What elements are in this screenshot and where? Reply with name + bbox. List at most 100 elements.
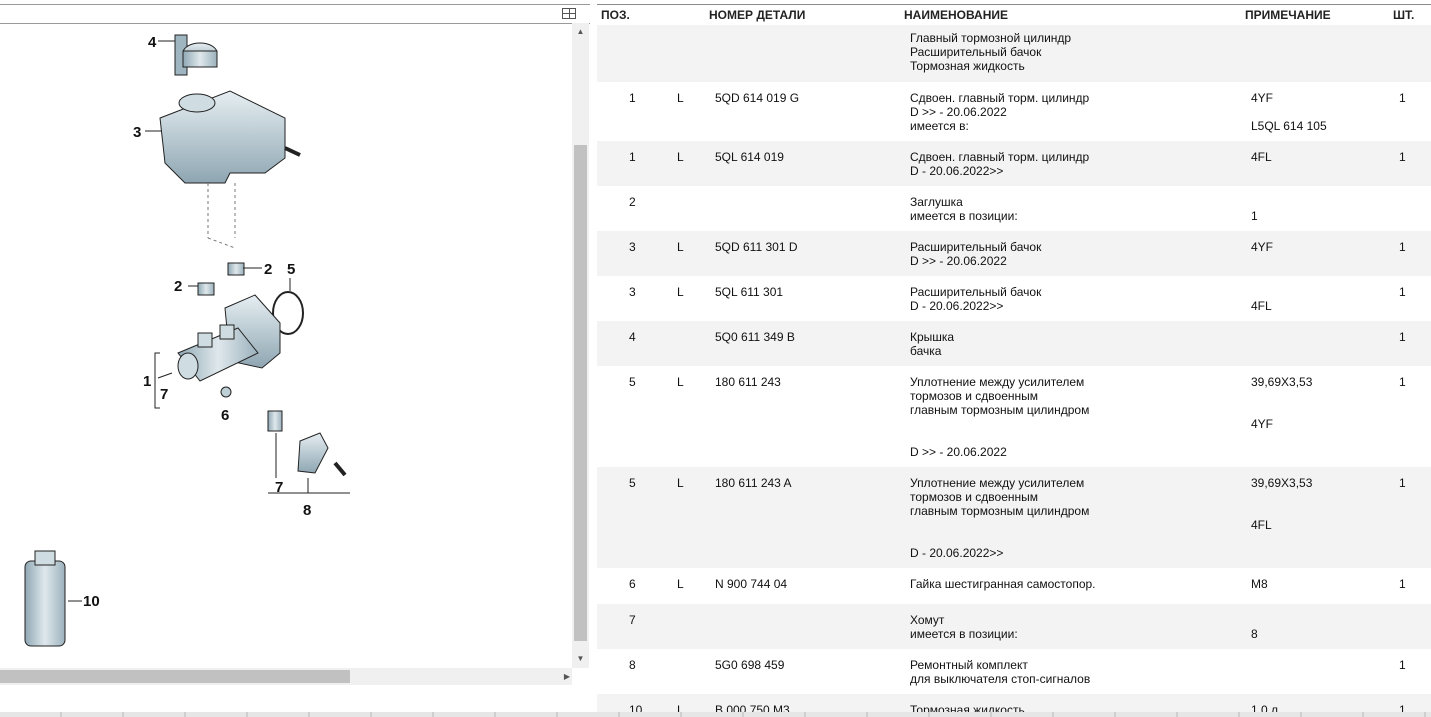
cell-name-line: бачка	[910, 344, 942, 358]
table-row[interactable]: 1 L 5QL 614 019 Сдвоен. главный торм. цилин…	[597, 141, 1431, 187]
table-row[interactable]: 3 L 5QL 611 301 Расширительный бачок D - 20.…	[597, 276, 1431, 322]
table-row[interactable]: Главный тормозной цилиндр Расширительный …	[597, 25, 1431, 83]
layout-toggle-icon[interactable]	[562, 8, 576, 19]
cell-qty: 1	[1399, 577, 1406, 591]
diagram-pane: 4 3 2 2 5 1 7 6 7 8 10 ▲ ▼ ▶	[0, 0, 590, 717]
header-part-no[interactable]: НОМЕР ДЕТАЛИ	[709, 8, 805, 22]
reservoir-cap[interactable]	[174, 34, 218, 76]
cell-name-line: D - 20.06.2022>>	[910, 546, 1004, 560]
expansion-reservoir[interactable]	[159, 90, 301, 184]
cell-name-line: имеется в позиции:	[910, 627, 1018, 641]
cell-name-line: имеется в позиции:	[910, 209, 1018, 223]
cell-l: L	[677, 375, 684, 389]
diagram-toolbar	[0, 4, 590, 24]
table-row[interactable]: 5 L 180 611 243 Уплотнение между усилителем…	[597, 366, 1431, 468]
cell-note: 39,69X3,53	[1251, 375, 1313, 389]
cell-pos: 8	[629, 658, 636, 672]
cell-note: 4YF	[1251, 240, 1274, 254]
scroll-up-icon[interactable]: ▲	[572, 25, 589, 39]
cell-pos: 5	[629, 476, 636, 490]
cell-name-line: Уплотнение между усилителем	[910, 476, 1085, 490]
intro-line: Главный тормозной цилиндр	[910, 31, 1072, 45]
table-row[interactable]: 7 Хомут имеется в позиции: 8	[597, 604, 1431, 650]
cell-note: L5QL 614 105	[1251, 119, 1327, 133]
plug-b[interactable]	[197, 282, 215, 296]
cell-qty: 1	[1399, 476, 1406, 490]
table-row[interactable]: 8 5G0 698 459 Ремонтный комплект для выключ…	[597, 649, 1431, 695]
cell-note: 4YF	[1251, 91, 1274, 105]
cell-name-line: Ремонтный комплект	[910, 658, 1028, 672]
header-qty[interactable]: ШТ.	[1393, 8, 1414, 22]
cell-l: L	[677, 476, 684, 490]
switch-repair-kit[interactable]	[297, 432, 347, 477]
cell-pos: 4	[629, 330, 636, 344]
cell-pos: 5	[629, 375, 636, 389]
table-row[interactable]: 2 Заглушка имеется в позиции: 1	[597, 186, 1431, 232]
callout-7b: 7	[275, 479, 283, 496]
cell-name-line: Расширительный бачок	[910, 285, 1042, 299]
brake-fluid-bottle[interactable]	[24, 550, 66, 647]
cell-name-line: Хомут	[910, 613, 945, 627]
header-name[interactable]: НАИМЕНОВАНИЕ	[904, 8, 1008, 22]
cell-qty: 1	[1399, 285, 1406, 299]
cell-l: L	[677, 240, 684, 254]
cell-part-number[interactable]: N 900 744 04	[715, 577, 787, 591]
cell-note: 39,69X3,53	[1251, 476, 1313, 490]
cell-part-number[interactable]: 5QL 611 301	[715, 285, 783, 299]
cell-part-number[interactable]: 5Q0 611 349 B	[715, 330, 795, 344]
cell-part-number[interactable]: 180 611 243 A	[715, 476, 792, 490]
cell-pos: 1	[629, 150, 636, 164]
callout-10: 10	[83, 593, 100, 610]
parts-diagram[interactable]: 4 3 2 2 5 1 7 6 7 8 10	[0, 23, 572, 668]
cell-name-line: D >> - 20.06.2022	[910, 445, 1007, 459]
cell-name-line: тормозов и сдвоенным	[910, 490, 1039, 504]
cell-qty: 1	[1399, 375, 1406, 389]
cell-pos: 3	[629, 285, 636, 299]
cell-part-number[interactable]: 5G0 698 459	[715, 658, 784, 672]
cell-note: 4FL	[1251, 299, 1272, 313]
cell-note: M8	[1251, 577, 1268, 591]
callout-2a: 2	[264, 261, 272, 278]
diagram-vertical-scrollbar[interactable]: ▲ ▼	[572, 23, 589, 668]
cell-note: 4YF	[1251, 417, 1274, 431]
callout-3: 3	[133, 124, 141, 141]
cell-qty: 1	[1399, 240, 1406, 254]
cell-l: L	[677, 577, 684, 591]
diagram-horizontal-scrollbar[interactable]: ▶	[0, 668, 572, 685]
cell-qty: 1	[1399, 91, 1406, 105]
table-row[interactable]: 6 L N 900 744 04 Гайка шестигранная самосто…	[597, 568, 1431, 605]
cell-part-number[interactable]: 180 611 243	[715, 375, 781, 389]
cell-name-line: Сдвоен. главный торм. цилиндр	[910, 91, 1090, 105]
cell-name-line: D - 20.06.2022>>	[910, 299, 1004, 313]
hex-nut[interactable]	[220, 386, 232, 398]
header-pos[interactable]: ПОЗ.	[601, 8, 630, 22]
cell-pos: 6	[629, 577, 636, 591]
cell-name-line: Заглушка	[910, 195, 963, 209]
horizontal-scroll-thumb[interactable]	[0, 670, 350, 683]
cell-pos: 2	[629, 195, 636, 209]
vertical-scroll-thumb[interactable]	[574, 145, 587, 641]
intro-line: Расширительный бачок	[910, 45, 1042, 59]
header-note[interactable]: ПРИМЕЧАНИЕ	[1245, 8, 1331, 22]
cell-part-number[interactable]: 5QD 614 019 G	[715, 91, 799, 105]
table-row[interactable]: 3 L 5QD 611 301 D Расширительный бачок D >> …	[597, 231, 1431, 277]
clamp[interactable]	[267, 410, 283, 432]
cell-note: 4FL	[1251, 150, 1272, 164]
cell-name-line: D >> - 20.06.2022	[910, 105, 1007, 119]
cell-part-number[interactable]: 5QD 611 301 D	[715, 240, 798, 254]
table-row[interactable]: 5 L 180 611 243 A Уплотнение между усилител…	[597, 467, 1431, 569]
scroll-right-icon[interactable]: ▶	[564, 668, 570, 685]
table-row[interactable]: 1 L 5QD 614 019 G Сдвоен. главный торм. цил…	[597, 82, 1431, 142]
cell-name-line: для выключателя стоп-сигналов	[910, 672, 1091, 686]
cell-name-line: Крышка	[910, 330, 955, 344]
callout-4: 4	[148, 34, 157, 51]
table-row[interactable]: 4 5Q0 611 349 B Крышка бачка 1	[597, 321, 1431, 367]
cell-pos: 1	[629, 91, 636, 105]
master-cylinder[interactable]	[177, 294, 281, 382]
cell-part-number[interactable]: 5QL 614 019	[715, 150, 784, 164]
callout-8: 8	[303, 502, 311, 519]
cell-name-line: имеется в:	[910, 119, 969, 133]
callout-5: 5	[287, 261, 295, 278]
plug-a[interactable]	[227, 262, 245, 276]
scroll-down-icon[interactable]: ▼	[572, 652, 589, 666]
